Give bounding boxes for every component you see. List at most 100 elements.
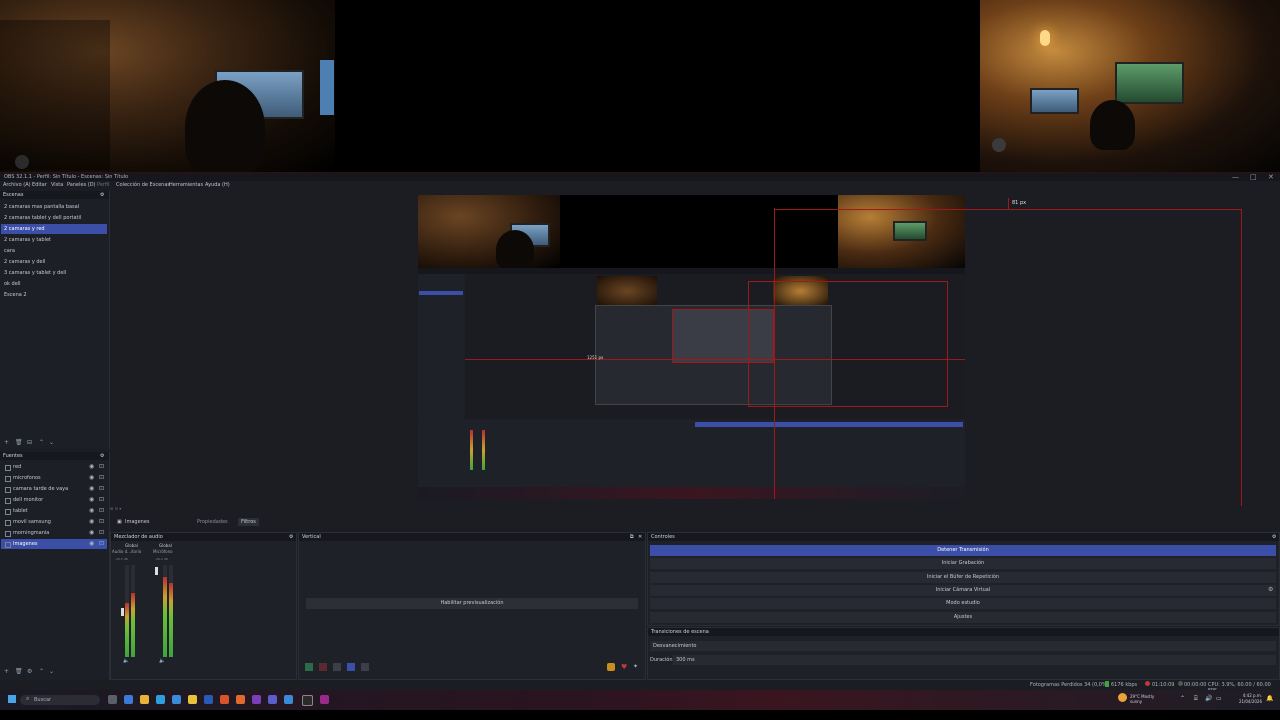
discord-icon[interactable] xyxy=(268,695,277,704)
source-checkbox[interactable] xyxy=(5,531,11,537)
remove-scene-icon[interactable]: 🗑 xyxy=(15,439,23,446)
source-checkbox[interactable] xyxy=(5,498,11,504)
lock-icon[interactable]: ⊡ xyxy=(99,484,104,494)
vertical-record-icon[interactable] xyxy=(319,663,327,671)
dock-menu-icon[interactable]: ⚙ xyxy=(289,534,293,540)
source-checkbox[interactable] xyxy=(5,476,11,482)
scene-item[interactable]: 2 camaras mas pantalla basal xyxy=(1,202,107,212)
menu-view[interactable]: Vista xyxy=(51,182,63,188)
source-settings-icon[interactable]: ⚙ xyxy=(27,668,32,675)
properties-button[interactable]: Propiedades xyxy=(194,518,231,526)
clock-time[interactable]: 4:42 p.m. xyxy=(1232,693,1262,698)
minimize-button[interactable]: — xyxy=(1232,173,1239,181)
enable-preview-button[interactable]: Habilitar previsualización xyxy=(306,598,638,609)
source-checkbox[interactable] xyxy=(5,487,11,493)
mixer-channel-1-tab[interactable]: Global xyxy=(125,543,138,548)
menu-file[interactable]: Archivo (A) xyxy=(3,182,31,188)
clock-date[interactable]: 21/04/2026 xyxy=(1232,699,1262,704)
lock-icon[interactable]: ⊡ xyxy=(99,462,104,472)
source-item[interactable]: microfonos ◉ ⊡ xyxy=(1,473,107,483)
source-item[interactable]: movil samsung ◉ ⊡ xyxy=(1,517,107,527)
plugin-icon[interactable] xyxy=(607,663,615,671)
dock-menu-icon[interactable]: ⚙ xyxy=(100,453,104,459)
maximize-button[interactable]: □ xyxy=(1250,173,1257,181)
app-icon-1[interactable] xyxy=(124,695,133,704)
windows-start-icon[interactable] xyxy=(8,695,16,703)
duration-input[interactable]: 300 ms xyxy=(673,655,1276,665)
lock-icon[interactable]: ⊡ xyxy=(99,506,104,516)
lock-icon[interactable]: ⊡ xyxy=(99,539,104,549)
menu-docks[interactable]: Paneles (D) xyxy=(67,182,96,188)
firefox-icon[interactable] xyxy=(236,695,245,704)
scene-item[interactable]: 2 camaras y red xyxy=(1,224,107,234)
add-source-icon[interactable]: + xyxy=(4,668,9,675)
source-item[interactable]: morningmania ◉ ⊡ xyxy=(1,528,107,538)
move-down-icon[interactable]: ⌄ xyxy=(49,439,54,446)
dock-menu-icon[interactable]: ⚙ xyxy=(100,192,104,198)
app-icon-6[interactable] xyxy=(252,695,261,704)
task-view-icon[interactable] xyxy=(108,695,117,704)
mute-icon-1[interactable]: 🔈 xyxy=(123,658,129,664)
weather-text[interactable]: 29°C Mostly sunny xyxy=(1130,694,1162,704)
vscode-icon[interactable] xyxy=(284,695,293,704)
lock-icon[interactable]: ⊡ xyxy=(99,528,104,538)
menu-edit[interactable]: Editar xyxy=(32,182,47,188)
visibility-eye-icon[interactable]: ◉ xyxy=(89,528,94,538)
lock-icon[interactable]: ⊡ xyxy=(99,495,104,505)
visibility-eye-icon[interactable]: ◉ xyxy=(89,484,94,494)
gift-icon[interactable]: ✦ xyxy=(633,663,638,670)
vertical-settings-icon[interactable] xyxy=(347,663,355,671)
source-checkbox[interactable] xyxy=(5,542,11,548)
heart-icon[interactable]: ♥ xyxy=(621,663,627,671)
scene-filters-icon[interactable]: ⊟ xyxy=(27,439,32,446)
virtual-camera-settings-icon[interactable]: ⚙ xyxy=(1268,586,1273,593)
taskbar-search[interactable]: Buscar xyxy=(20,695,100,705)
source-item[interactable]: tablet ◉ ⊡ xyxy=(1,506,107,516)
menu-profile[interactable]: Perfil xyxy=(97,182,110,188)
add-scene-icon[interactable]: + xyxy=(4,439,9,446)
app-icon-3[interactable] xyxy=(172,695,181,704)
edge-icon[interactable] xyxy=(156,695,165,704)
source-item[interactable]: Imagenes ◉ ⊡ xyxy=(1,539,107,549)
scene-item[interactable]: 2 camaras y tablet xyxy=(1,235,107,245)
volume-icon[interactable]: 🔊 xyxy=(1205,695,1212,702)
menu-help[interactable]: Ayuda (H) xyxy=(205,182,230,188)
obs-taskbar-icon[interactable] xyxy=(302,695,313,706)
filters-button[interactable]: Filtros xyxy=(238,518,259,526)
scene-item[interactable]: cara xyxy=(1,246,107,256)
source-checkbox[interactable] xyxy=(5,520,11,526)
notification-icon[interactable]: 🔔 xyxy=(1266,695,1273,702)
visibility-eye-icon[interactable]: ◉ xyxy=(89,473,94,483)
visibility-eye-icon[interactable]: ◉ xyxy=(89,506,94,516)
dock-float-icon[interactable]: ⧉ xyxy=(630,534,634,540)
visibility-eye-icon[interactable]: ◉ xyxy=(89,462,94,472)
lock-icon[interactable]: ⊡ xyxy=(99,517,104,527)
scene-item[interactable]: 3 camaras y tablet y dell xyxy=(1,268,107,278)
app-icon-5[interactable] xyxy=(220,695,229,704)
dock-close-icon[interactable]: ✕ xyxy=(638,534,642,540)
transition-select[interactable]: Desvanecimiento xyxy=(650,641,1276,651)
source-item[interactable]: camara tarde de vaya ◉ ⊡ xyxy=(1,484,107,494)
network-icon[interactable]: ⌸ xyxy=(1194,695,1198,703)
visibility-eye-icon[interactable]: ◉ xyxy=(89,495,94,505)
close-button[interactable]: ✕ xyxy=(1268,173,1274,181)
move-down-icon[interactable]: ⌄ xyxy=(49,668,54,675)
source-item[interactable]: dell monitor ◉ ⊡ xyxy=(1,495,107,505)
move-up-icon[interactable]: ⌃ xyxy=(39,439,44,446)
mixer-channel-2-tab[interactable]: Global xyxy=(159,543,172,548)
source-checkbox[interactable] xyxy=(5,465,11,471)
visibility-eye-icon[interactable]: ◉ xyxy=(89,539,94,549)
tray-chevron-icon[interactable]: ⌃ xyxy=(1180,695,1185,702)
studio-mode-button[interactable]: Modo estudio xyxy=(650,598,1276,609)
move-up-icon[interactable]: ⌃ xyxy=(39,668,44,675)
battery-icon[interactable]: ▭ xyxy=(1216,695,1222,702)
lock-icon[interactable]: ⊡ xyxy=(99,473,104,483)
menu-scene-collection[interactable]: Colección de Escenas xyxy=(116,182,170,188)
vertical-stream-icon[interactable] xyxy=(305,663,313,671)
scene-item[interactable]: Escena 2 xyxy=(1,290,107,300)
app-icon-7[interactable] xyxy=(320,695,329,704)
settings-button[interactable]: Ajustes xyxy=(650,612,1276,623)
volume-slider-1[interactable] xyxy=(121,608,124,616)
scene-item[interactable]: ok dell xyxy=(1,279,107,289)
start-replay-buffer-button[interactable]: Iniciar el Búfer de Repetición xyxy=(650,572,1276,583)
